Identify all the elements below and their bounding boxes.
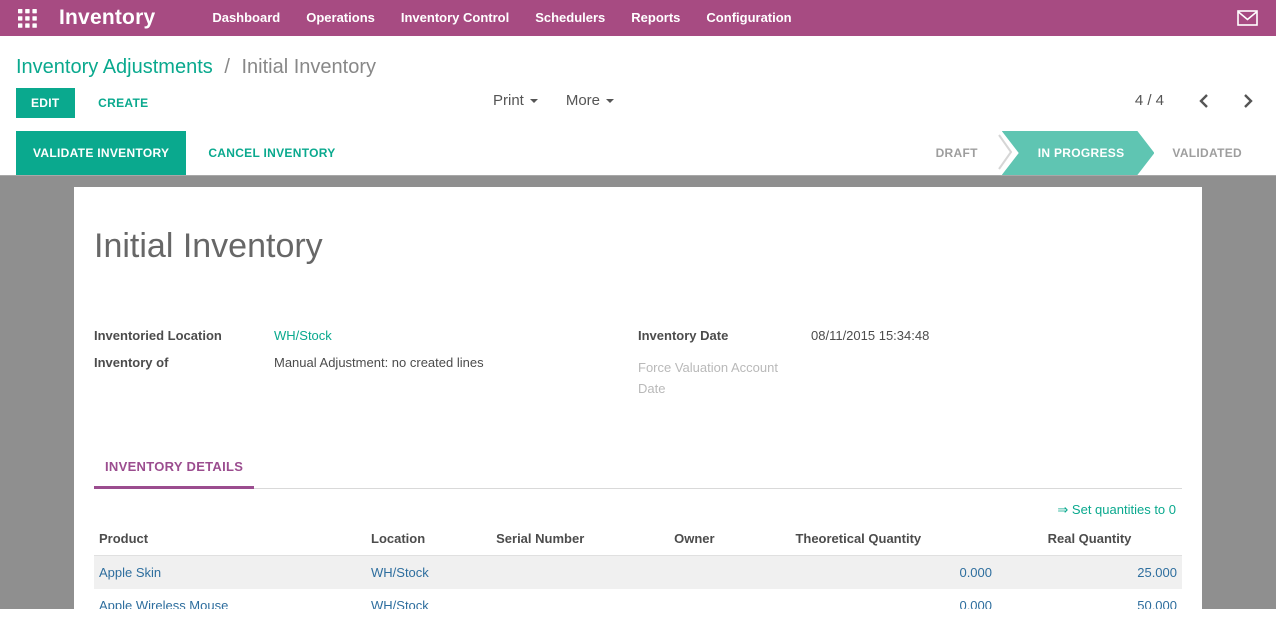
page-background: Initial Inventory Inventoried Location W… xyxy=(0,176,1276,609)
inventoried-location-link[interactable]: WH/Stock xyxy=(274,328,332,343)
column-header-real-quantity[interactable]: Real Quantity xyxy=(997,522,1182,556)
status-bar: VALIDATE INVENTORY CANCEL INVENTORY DRAF… xyxy=(0,131,1276,176)
cell-location[interactable]: WH/Stock xyxy=(366,556,491,590)
state-validated[interactable]: VALIDATED xyxy=(1154,131,1260,175)
chevron-left-icon[interactable] xyxy=(1198,93,1209,109)
apps-grid-icon[interactable] xyxy=(18,9,37,28)
chevron-right-icon[interactable] xyxy=(1243,93,1254,109)
create-button[interactable]: CREATE xyxy=(98,96,148,110)
more-dropdown[interactable]: More xyxy=(566,92,614,109)
cell-product[interactable]: Apple Wireless Mouse xyxy=(94,589,366,609)
column-header-product[interactable]: Product xyxy=(94,522,366,556)
cell-real-quantity[interactable]: 25.000 xyxy=(997,556,1182,590)
validate-inventory-button[interactable]: VALIDATE INVENTORY xyxy=(16,131,186,175)
menu-reports[interactable]: Reports xyxy=(618,0,693,36)
inventory-of-value: Manual Adjustment: no created lines xyxy=(274,355,484,370)
form-sheet: Initial Inventory Inventoried Location W… xyxy=(74,187,1202,609)
field-inventoried-location: Inventoried Location WH/Stock xyxy=(94,328,638,343)
record-title: Initial Inventory xyxy=(94,187,1182,266)
inventory-lines-table: Product Location Serial Number Owner The… xyxy=(94,522,1182,609)
tab-inventory-details[interactable]: INVENTORY DETAILS xyxy=(94,459,254,489)
top-navbar: Inventory Dashboard Operations Inventory… xyxy=(0,0,1276,36)
set-quantities-row: ⇒ Set quantities to 0 xyxy=(94,489,1182,520)
field-groups: Inventoried Location WH/Stock Inventory … xyxy=(94,328,1182,411)
cancel-inventory-button[interactable]: CANCEL INVENTORY xyxy=(208,131,335,175)
table-row[interactable]: Apple Wireless Mouse WH/Stock 0.000 50.0… xyxy=(94,589,1182,609)
state-pipeline: DRAFT IN PROGRESS VALIDATED xyxy=(918,131,1260,175)
field-label: Inventory of xyxy=(94,355,274,370)
envelope-icon[interactable] xyxy=(1233,6,1262,30)
field-inventory-date: Inventory Date 08/11/2015 15:34:48 xyxy=(638,328,1182,343)
column-header-owner[interactable]: Owner xyxy=(627,522,719,556)
menu-schedulers[interactable]: Schedulers xyxy=(522,0,618,36)
field-label: Force Valuation Account Date xyxy=(638,357,798,399)
breadcrumb-separator: / xyxy=(224,56,230,78)
notebook-tabs: INVENTORY DETAILS xyxy=(94,459,1182,489)
record-pager: 4 / 4 xyxy=(1135,92,1254,109)
set-quantities-to-zero-link[interactable]: ⇒ Set quantities to 0 xyxy=(1057,502,1176,517)
action-dropdowns: Print More xyxy=(493,92,642,109)
state-in-progress[interactable]: IN PROGRESS xyxy=(1002,131,1155,175)
column-header-location[interactable]: Location xyxy=(366,522,491,556)
table-row[interactable]: Apple Skin WH/Stock 0.000 25.000 xyxy=(94,556,1182,590)
cell-serial-number[interactable] xyxy=(491,589,627,609)
field-inventory-of: Inventory of Manual Adjustment: no creat… xyxy=(94,355,638,370)
menu-operations[interactable]: Operations xyxy=(293,0,388,36)
chevron-down-icon xyxy=(530,99,538,103)
table-header-row: Product Location Serial Number Owner The… xyxy=(94,522,1182,556)
column-header-theoretical-quantity[interactable]: Theoretical Quantity xyxy=(720,522,997,556)
cell-serial-number[interactable] xyxy=(491,556,627,590)
field-group-right: Inventory Date 08/11/2015 15:34:48 Force… xyxy=(638,328,1182,411)
chevron-down-icon xyxy=(606,99,614,103)
cell-location[interactable]: WH/Stock xyxy=(366,589,491,609)
column-header-serial-number[interactable]: Serial Number xyxy=(491,522,627,556)
field-force-valuation-date: Force Valuation Account Date xyxy=(638,355,1182,399)
cell-real-quantity[interactable]: 50.000 xyxy=(997,589,1182,609)
breadcrumb-parent-link[interactable]: Inventory Adjustments xyxy=(16,56,213,78)
menu-inventory-control[interactable]: Inventory Control xyxy=(388,0,522,36)
menu-configuration[interactable]: Configuration xyxy=(693,0,804,36)
state-draft[interactable]: DRAFT xyxy=(918,131,996,175)
field-label: Inventory Date xyxy=(638,328,811,343)
action-bar: EDIT CREATE Print More 4 / 4 xyxy=(0,79,1276,127)
cell-owner[interactable] xyxy=(627,556,719,590)
field-group-left: Inventoried Location WH/Stock Inventory … xyxy=(94,328,638,411)
pager-count: 4 / 4 xyxy=(1135,92,1164,109)
menu-dashboard[interactable]: Dashboard xyxy=(199,0,293,36)
edit-button[interactable]: EDIT xyxy=(16,88,75,118)
breadcrumb: Inventory Adjustments / Initial Inventor… xyxy=(0,36,1276,79)
field-label: Inventoried Location xyxy=(94,328,274,343)
cell-theoretical-quantity[interactable]: 0.000 xyxy=(720,556,997,590)
cell-theoretical-quantity[interactable]: 0.000 xyxy=(720,589,997,609)
inventory-date-value: 08/11/2015 15:34:48 xyxy=(811,328,929,343)
cell-owner[interactable] xyxy=(627,589,719,609)
breadcrumb-current: Initial Inventory xyxy=(241,56,376,78)
cell-product[interactable]: Apple Skin xyxy=(94,556,366,590)
app-title: Inventory xyxy=(59,6,155,30)
main-menu: Dashboard Operations Inventory Control S… xyxy=(199,0,804,36)
print-dropdown[interactable]: Print xyxy=(493,92,538,109)
